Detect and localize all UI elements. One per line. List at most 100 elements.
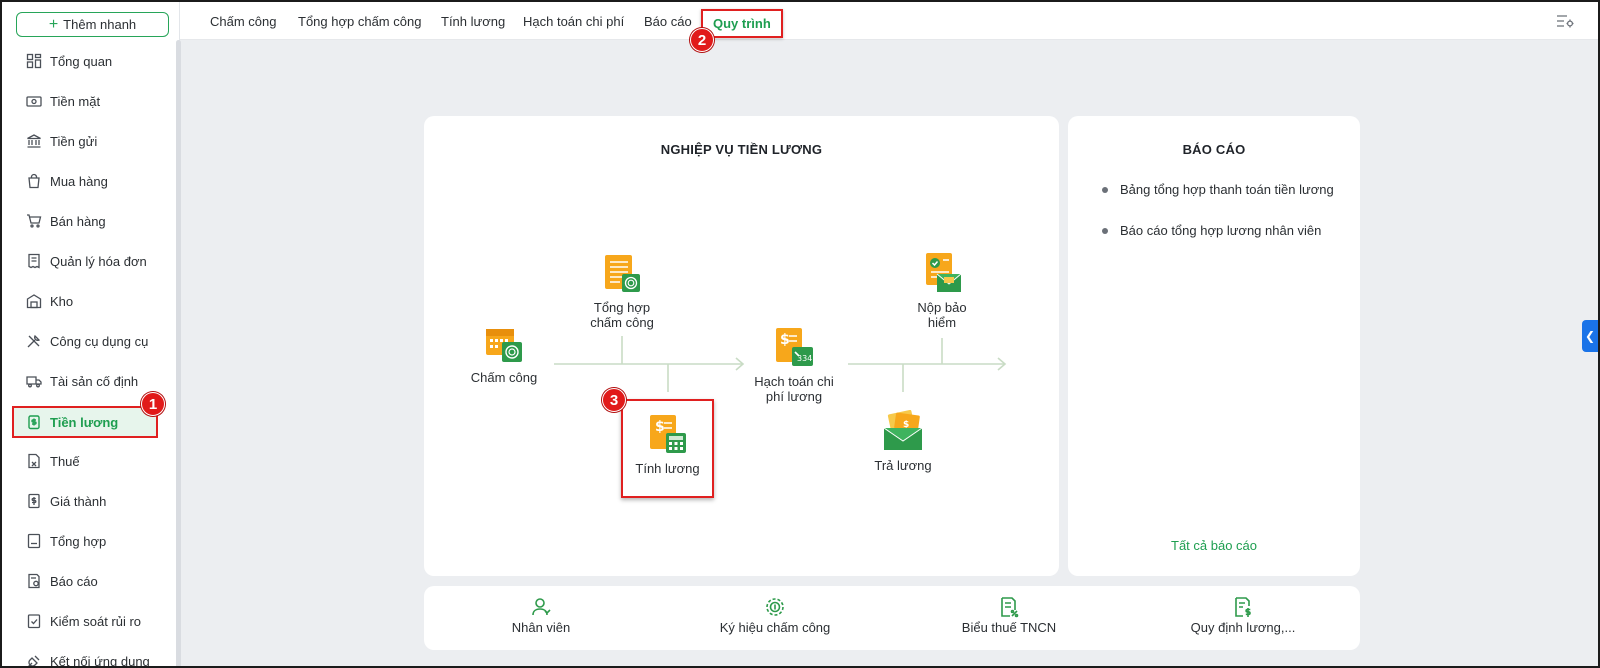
sidebar-item-label: Bán hàng [50,213,106,229]
svg-text:$: $ [655,419,665,435]
tab-tong-hop-cham-cong[interactable]: Tổng hợp chấm công [298,14,421,29]
flow-node-label-line1: Nộp bảo [917,300,967,315]
sidebar-item-cong-cu-dung-cu[interactable]: Công cụ dụng cụ [14,326,158,356]
calendar-fingerprint-icon [486,329,522,362]
salary-rule-icon [1235,597,1251,617]
sidebar-item-thue[interactable]: Thuế [14,446,158,476]
bullet-icon [1102,186,1108,193]
dashboard-icon [26,53,42,69]
link-bieu-thue-tncn[interactable]: Biểu thuế TNCN [892,596,1126,635]
flow-node-hach-toan-chi-phi-luong[interactable]: $ 334 Hạch toán chi phí lương [744,326,844,404]
cart-icon [27,214,42,228]
sidebar-item-tien-luong[interactable]: Tiền lương [12,406,158,438]
sidebar-item-kiem-soat-rui-ro[interactable]: Kiểm soát rủi ro [14,606,158,636]
tax-icon [28,453,40,469]
top-nav: Chấm công Tổng hợp chấm công Tính lương … [180,2,1598,40]
report-item-label: Báo cáo tổng hợp lương nhân viên [1120,223,1322,238]
tab-quy-trinh[interactable]: Quy trình [701,9,783,38]
tab-hach-toan-chi-phi[interactable]: Hạch toán chi phí [523,14,624,29]
report-item[interactable]: Bảng tổng hợp thanh toán tiền lương [1102,182,1334,197]
sidebar-item-ban-hang[interactable]: Bán hàng [14,206,158,236]
chevron-left-icon: ❮ [1584,329,1596,343]
risk-icon [27,614,41,629]
sidebar-item-label: Kho [50,293,74,309]
sidebar-item-label: Tiền lương [50,414,119,430]
sidebar-item-tong-hop[interactable]: Tổng hợp [14,526,158,556]
flow-node-tong-hop-cham-cong[interactable]: Tổng hợp chấm công [572,254,672,330]
sidebar-item-kho[interactable]: Kho [14,286,158,316]
sidebar-item-label: Tiền gửi [50,133,98,149]
quick-links-card: Nhân viên Ký hiệu chấm công Biểu thuế TN… [424,586,1360,650]
tab-bao-cao[interactable]: Báo cáo [644,14,692,29]
shopping-bag-icon [28,173,40,189]
flow-node-cham-cong[interactable]: Chấm công [464,324,544,385]
step-badge-1: 1 [141,392,165,416]
sidebar-item-label: Tài sản cố định [50,373,139,389]
tab-cham-cong[interactable]: Chấm công [210,14,276,29]
sidebar-item-label: Mua hàng [50,173,108,189]
settings-filter-icon[interactable] [1556,13,1574,29]
sidebar-item-label: Kiểm soát rủi ro [50,613,142,629]
flow-node-label-line1: Tổng hợp [593,300,651,315]
sidebar-item-tien-gui[interactable]: Tiền gửi [14,126,158,156]
cash-icon [26,96,42,107]
report-title: BÁO CÁO [1182,142,1246,157]
link-ky-hieu-cham-cong[interactable]: Ký hiệu chấm công [658,596,892,635]
all-reports-link[interactable]: Tất cả báo cáo [1068,538,1360,553]
invoice-icon [28,253,40,269]
sidebar-item-quan-ly-hoa-don[interactable]: Quản lý hóa đơn [14,246,158,276]
flow-node-label-line1: Hạch toán chi [754,374,834,389]
link-label: Ký hiệu chấm công [719,620,831,635]
sidebar-item-label: Công cụ dụng cụ [50,333,149,349]
svg-text:$: $ [780,332,790,348]
link-label: Quy định lương,... [1190,620,1296,635]
fingerprint-icon [766,598,784,616]
sidebar-item-label: Giá thành [50,493,107,509]
sidebar-item-label: Quản lý hóa đơn [50,253,147,269]
sidebar-item-tai-san-co-dinh[interactable]: Tài sản cố định [14,366,158,396]
summary-icon [27,533,41,549]
sidebar-item-tien-mat[interactable]: Tiền mặt [14,86,158,116]
sidebar-item-gia-thanh[interactable]: Giá thành [14,486,158,516]
report-item-label: Bảng tổng hợp thanh toán tiền lương [1120,182,1334,197]
report-icon [28,573,40,589]
link-label: Biểu thuế TNCN [961,620,1057,635]
cost-icon [28,493,40,509]
sidebar-item-label: Kết nối ứng dụng [50,653,150,668]
link-nhan-vien[interactable]: Nhân viên [424,596,658,635]
timesheet-fingerprint-icon [605,255,640,292]
flow-node-label: Trả lương [874,458,932,473]
flow-node-tra-luong[interactable]: $ Trả lương [853,410,953,473]
salary-calculator-icon: $ [649,415,686,453]
sidebar-item-label: Tổng quan [50,53,113,69]
report-item[interactable]: Báo cáo tổng hợp lương nhân viên [1102,223,1321,238]
sidebar-item-tong-quan[interactable]: Tổng quan [14,46,158,76]
sidebar-item-mua-hang[interactable]: Mua hàng [14,166,158,196]
sidebar-item-label: Báo cáo [50,573,98,589]
report-card: BÁO CÁO Bảng tổng hợp thanh toán tiền lư… [1068,116,1360,576]
workflow-card: NGHIỆP VỤ TIỀN LƯƠNG Chấm công Tổng hợp … [424,116,1059,576]
sidebar-item-ket-noi-ung-dung[interactable]: Kết nối ứng dụng [14,646,158,668]
plus-icon: + [48,15,59,33]
flow-node-label: Tính lương [635,461,700,476]
sidebar-item-bao-cao[interactable]: Báo cáo [14,566,158,596]
link-quy-dinh-luong[interactable]: Quy định lương,... [1126,596,1360,635]
flow-node-tinh-luong[interactable]: $ Tính lương [621,399,714,498]
tools-icon [27,334,41,348]
quick-add-button[interactable]: + Thêm nhanh [16,12,169,37]
flow-node-label-line2: hiểm [927,315,957,330]
flow-node-label-line2: chấm công [590,315,654,330]
sidebar-scrollbar[interactable] [176,40,181,666]
warehouse-icon [26,294,42,309]
flow-node-label-line2: phí lương [765,389,823,404]
tab-tinh-luong[interactable]: Tính lương [441,14,505,29]
sidebar: + Thêm nhanh Tổng quan Tiền mặt Tiền gửi… [2,2,181,668]
collapse-panel-button[interactable]: ❮ [1582,320,1598,352]
sidebar-item-label: Tiền mặt [50,93,101,109]
payroll-icon [28,415,40,430]
app-window: + Thêm nhanh Tổng quan Tiền mặt Tiền gửi… [0,0,1600,668]
employee-icon [532,598,551,616]
flow-node-label: Chấm công [470,370,538,385]
flow-node-nop-bao-hiem[interactable]: Nộp bảo hiểm [892,252,992,330]
step-badge-2: 2 [690,28,714,52]
